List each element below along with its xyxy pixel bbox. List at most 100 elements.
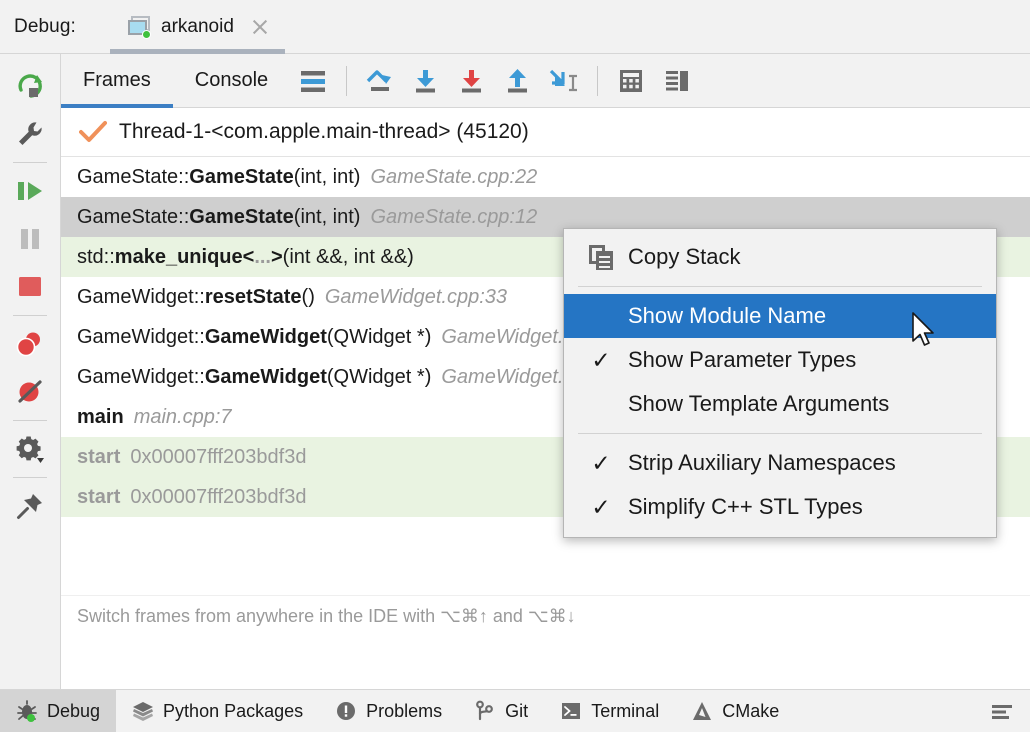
menu-item-show-template-arguments-label: Show Template Arguments [628,391,889,417]
tool-window-problems-label: Problems [366,701,442,722]
stop-square-icon [17,274,43,300]
tool-window-python-packages[interactable]: Python Packages [116,690,319,732]
frame-function: start [77,486,120,509]
calculator-icon [617,67,645,95]
frame-function: resetState [205,286,302,309]
process-tab-arkanoid[interactable]: arkanoid [110,0,285,54]
menu-item-show-parameter-types[interactable]: ✓ Show Parameter Types [564,338,996,382]
titlebar: Debug: arkanoid [0,0,1030,54]
frame-address: 0x00007fff203bdf3d [130,446,306,469]
check-icon: ✓ [574,347,628,374]
tool-window-git[interactable]: Git [458,690,544,732]
run-to-cursor-button[interactable] [541,58,587,104]
frame-args: (int &&, int &&) [283,246,414,269]
frame-namespace: GameWidget:: [77,366,205,389]
stop-button[interactable] [6,263,54,311]
tab-frames[interactable]: Frames [61,54,173,108]
process-tab-label: arkanoid [161,16,234,38]
step-over-icon [364,67,396,95]
resume-icon [15,177,45,205]
tool-window-cmake[interactable]: CMake [675,690,795,732]
frame-namespace: GameWidget:: [77,326,205,349]
frames-toolbar: Frames Console [61,54,1030,108]
menu-item-strip-auxiliary-namespaces[interactable]: ✓ Strip Auxiliary Namespaces [564,441,996,485]
menu-separator [578,286,982,287]
exclamation-circle-icon [335,700,357,722]
resume-program-button[interactable] [6,167,54,215]
rerun-button[interactable] [6,62,54,110]
terminal-icon [560,700,582,722]
mute-breakpoints-icon [16,378,44,406]
tool-window-terminal[interactable]: Terminal [544,690,675,732]
menu-item-simplify-cpp-stl-types-label: Simplify C++ STL Types [628,494,863,520]
tool-window-debug[interactable]: Debug [0,690,116,732]
git-branch-icon [474,700,496,722]
menu-item-strip-auxiliary-namespaces-label: Strip Auxiliary Namespaces [628,450,896,476]
frame-function: GameWidget [205,326,327,349]
cmake-triangle-icon [691,700,713,722]
frame-template-close: > [271,246,283,269]
breakpoints-icon [15,330,45,358]
toolwindow-layout-button[interactable] [974,690,1030,732]
check-icon: ✓ [574,494,628,521]
frame-function: GameState [189,206,294,229]
frame-function: main [77,406,124,429]
frame-location: GameWidget.cpp:33 [325,286,507,309]
pin-tab-button[interactable] [6,482,54,530]
step-into-icon [411,67,441,95]
force-step-into-button[interactable] [449,58,495,104]
menu-item-show-module-name[interactable]: Show Module Name [564,294,996,338]
toolbar-divider [597,66,598,96]
debugger-window: Debug: arkanoid [0,0,1030,732]
layout-settings-button[interactable] [654,58,700,104]
evaluate-expression-button[interactable] [608,58,654,104]
run-to-cursor-icon [547,67,581,95]
menu-item-simplify-cpp-stl-types[interactable]: ✓ Simplify C++ STL Types [564,485,996,529]
step-over-button[interactable] [357,58,403,104]
frame-function: GameState [189,166,294,189]
check-icon [79,120,107,144]
frame-args: (int, int) [294,166,361,189]
settings-button[interactable] [6,425,54,473]
tool-window-bar: Debug Python Packages Problems [0,689,1030,732]
view-breakpoints-button[interactable] [6,320,54,368]
thread-row[interactable]: Thread-1-<com.apple.main-thread> (45120) [61,108,1030,157]
show-execution-point-button[interactable] [290,58,336,104]
frame-address: 0x00007fff203bdf3d [130,486,306,509]
edit-configurations-button[interactable] [6,110,54,158]
debug-actions-toolbar [0,54,61,689]
execution-point-icon [298,68,328,94]
frame-args: () [302,286,315,309]
toolbar-divider [13,420,47,421]
tool-window-problems[interactable]: Problems [319,690,458,732]
frame-namespace: GameState:: [77,166,189,189]
menu-item-copy-stack[interactable]: Copy Stack [564,235,996,279]
table-row[interactable]: GameState::GameState(int, int) GameState… [61,157,1030,197]
tool-window-terminal-label: Terminal [591,701,659,722]
step-into-button[interactable] [403,58,449,104]
layers-icon [132,700,154,722]
step-out-button[interactable] [495,58,541,104]
frame-location: main.cpp:7 [134,406,232,429]
bug-icon [16,700,38,722]
toolbar-divider [346,66,347,96]
tool-window-python-packages-label: Python Packages [163,701,303,722]
tool-window-cmake-label: CMake [722,701,779,722]
tool-window-git-label: Git [505,701,528,722]
tool-window-debug-label: Debug [47,701,100,722]
toolbar-divider [13,162,47,163]
frame-args: (QWidget *) [327,366,431,389]
pause-program-button[interactable] [6,215,54,263]
tab-console[interactable]: Console [173,54,290,108]
copy-icon [574,245,628,270]
tab-console-label: Console [195,69,268,92]
tab-frames-label: Frames [83,69,151,92]
close-icon[interactable] [249,16,271,38]
frame-function: start [77,446,120,469]
menu-item-show-template-arguments[interactable]: Show Template Arguments [564,382,996,426]
menu-item-show-parameter-types-label: Show Parameter Types [628,347,856,373]
toolwindow-layout-icon [990,700,1014,722]
mute-breakpoints-button[interactable] [6,368,54,416]
frame-namespace: GameWidget:: [77,286,205,309]
frame-namespace: GameState:: [77,206,189,229]
